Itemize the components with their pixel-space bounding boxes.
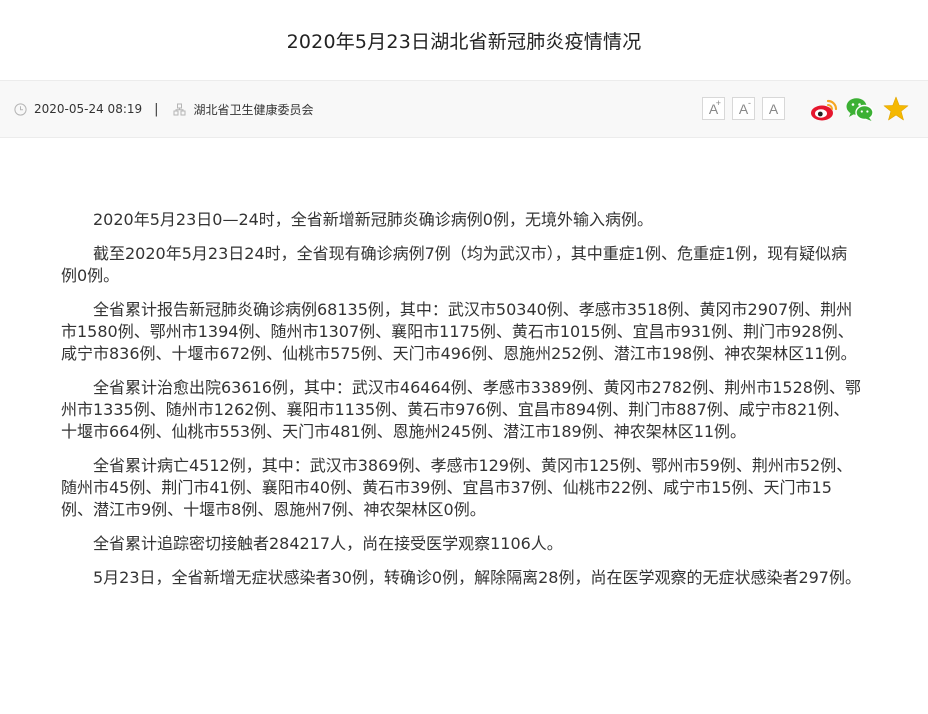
meta-info: 2020-05-24 08:19 | 湖北省卫生健康委员会 [14, 81, 314, 137]
page-title: 2020年5月23日湖北省新冠肺炎疫情情况 [286, 30, 642, 53]
meta-separator: | [154, 101, 159, 117]
organization-icon [173, 103, 186, 116]
article-body: 2020年5月23日0—24时，全省新增新冠肺炎确诊病例0例，无境外输入病例。 … [61, 209, 861, 601]
article-paragraph: 全省累计报告新冠肺炎确诊病例68135例，其中：武汉市50340例、孝感市351… [61, 300, 857, 363]
font-decrease-button[interactable]: A- [732, 97, 755, 120]
font-increase-button[interactable]: A + [702, 97, 725, 120]
font-size-controls: A + A- A [702, 97, 785, 120]
wechat-icon[interactable] [845, 95, 875, 127]
article-paragraph: 全省累计追踪密切接触者284217人，尚在接受医学观察1106人。 [93, 534, 563, 553]
font-reset-button[interactable]: A [762, 97, 785, 120]
article-paragraph: 全省累计治愈出院63616例，其中：武汉市46464例、孝感市3389例、黄冈市… [61, 378, 861, 441]
article-paragraph: 2020年5月23日0—24时，全省新增新冠肺炎确诊病例0例，无境外输入病例。 [93, 210, 653, 229]
article-paragraph: 截至2020年5月23日24时，全省现有确诊病例7例（均为武汉市），其中重症1例… [61, 244, 848, 285]
article-paragraph: 5月23日，全省新增无症状感染者30例，转确诊0例，解除隔离28例，尚在医学观察… [93, 568, 861, 587]
publish-datetime: 2020-05-24 08:19 [34, 102, 143, 116]
article-meta-bar: 2020-05-24 08:19 | 湖北省卫生健康委员会 [0, 80, 928, 138]
clock-icon [14, 102, 27, 116]
source-name[interactable]: 湖北省卫生健康委员会 [194, 101, 314, 118]
favorite-star-icon[interactable] [882, 95, 910, 127]
article-paragraph: 全省累计病亡4512例，其中：武汉市3869例、孝感市129例、黄冈市125例、… [61, 456, 853, 519]
weibo-icon[interactable] [809, 95, 839, 127]
